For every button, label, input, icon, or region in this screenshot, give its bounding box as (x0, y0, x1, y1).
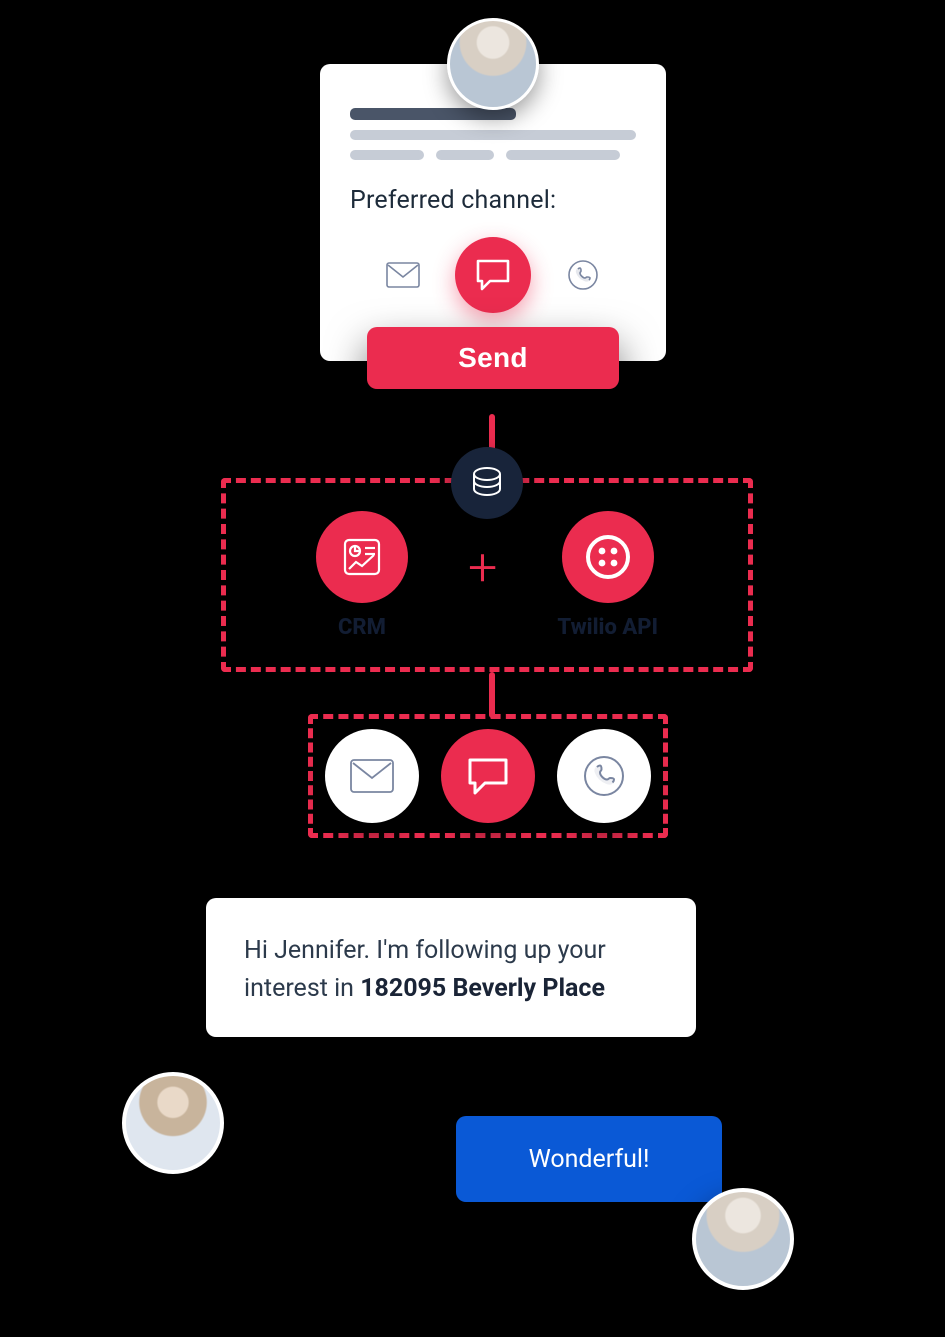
agent-avatar (122, 1072, 224, 1174)
agent-message-bubble: Hi Jennifer. I'm following up your inter… (206, 898, 696, 1037)
compose-card: Preferred channel: Send (320, 64, 666, 361)
channel-chat-selected[interactable] (455, 237, 531, 313)
plus-icon: + (468, 542, 497, 594)
whatsapp-icon (567, 259, 599, 291)
customer-avatar (692, 1188, 794, 1290)
twilio-item: Twilio API (557, 511, 658, 640)
output-whatsapp (557, 729, 651, 823)
channel-whatsapp[interactable] (565, 257, 601, 293)
twilio-label: Twilio API (557, 615, 658, 640)
crm-icon-circle (316, 511, 408, 603)
user-message-text: Wonderful! (529, 1145, 650, 1174)
database-icon (469, 465, 505, 501)
email-icon (386, 262, 420, 288)
twilio-icon-circle (562, 511, 654, 603)
output-chat-selected (441, 729, 535, 823)
chat-icon (474, 257, 512, 293)
connector-line (489, 672, 495, 718)
channel-output-box (308, 714, 668, 838)
send-button[interactable]: Send (367, 327, 619, 389)
crm-item: CRM (316, 511, 408, 640)
twilio-icon (584, 533, 632, 581)
channel-email[interactable] (385, 257, 421, 293)
email-icon (350, 759, 394, 793)
output-email (325, 729, 419, 823)
database-badge (451, 447, 523, 519)
crm-label: CRM (338, 615, 386, 640)
user-message-bubble: Wonderful! (456, 1116, 722, 1202)
agent-message-bold: 182095 Beverly Place (360, 974, 605, 1003)
customer-avatar (447, 18, 539, 110)
channel-row (350, 237, 636, 313)
preferred-channel-label: Preferred channel: (350, 186, 636, 215)
chat-icon (465, 755, 511, 797)
processing-box: CRM + Twilio API (221, 478, 753, 672)
message-preview-skeleton (350, 108, 636, 160)
report-icon (340, 535, 384, 579)
whatsapp-icon (582, 754, 626, 798)
